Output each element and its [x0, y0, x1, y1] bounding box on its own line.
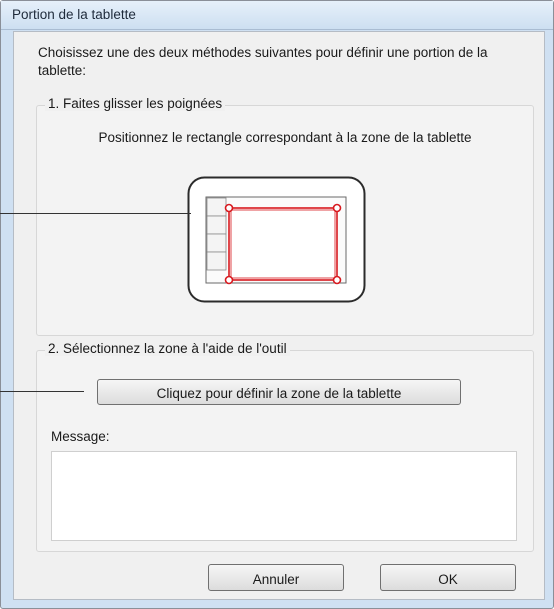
dialog-window: Portion de la tablette Choisissez une de…	[0, 0, 554, 609]
express-key-3	[206, 233, 227, 253]
handle-bottom-left[interactable]	[224, 275, 234, 285]
callout-line-tablet	[0, 213, 191, 214]
selection-rectangle[interactable]	[228, 207, 338, 281]
title-bar[interactable]: Portion de la tablette	[1, 1, 553, 30]
express-key-4	[206, 251, 227, 271]
window-title: Portion de la tablette	[12, 7, 136, 22]
express-key-1	[206, 197, 227, 217]
tablet-area-preview[interactable]	[187, 176, 367, 304]
handle-top-right[interactable]	[332, 203, 342, 213]
select-tool-group: 2. Sélectionnez la zone à l'aide de l'ou…	[36, 341, 534, 552]
cancel-button[interactable]: Annuler	[208, 564, 344, 591]
drag-handles-description: Positionnez le rectangle correspondant à…	[98, 130, 472, 145]
drag-handles-group-label: 1. Faites glisser les poignées	[45, 96, 226, 111]
callout-line-button	[0, 391, 84, 392]
intro-text: Choisissez une des deux méthodes suivant…	[38, 45, 488, 78]
dialog-body: Choisissez une des deux méthodes suivant…	[13, 31, 545, 600]
message-field	[51, 451, 517, 541]
express-key-2	[206, 215, 227, 235]
ok-button[interactable]: OK	[380, 564, 516, 591]
handle-bottom-right[interactable]	[332, 275, 342, 285]
message-label: Message:	[51, 429, 110, 444]
select-tool-group-label: 2. Sélectionnez la zone à l'aide de l'ou…	[45, 341, 290, 356]
handle-top-left[interactable]	[224, 203, 234, 213]
drag-handles-group: 1. Faites glisser les poignées Positionn…	[36, 96, 534, 336]
define-tablet-area-button[interactable]: Cliquez pour définir la zone de la table…	[97, 379, 461, 405]
